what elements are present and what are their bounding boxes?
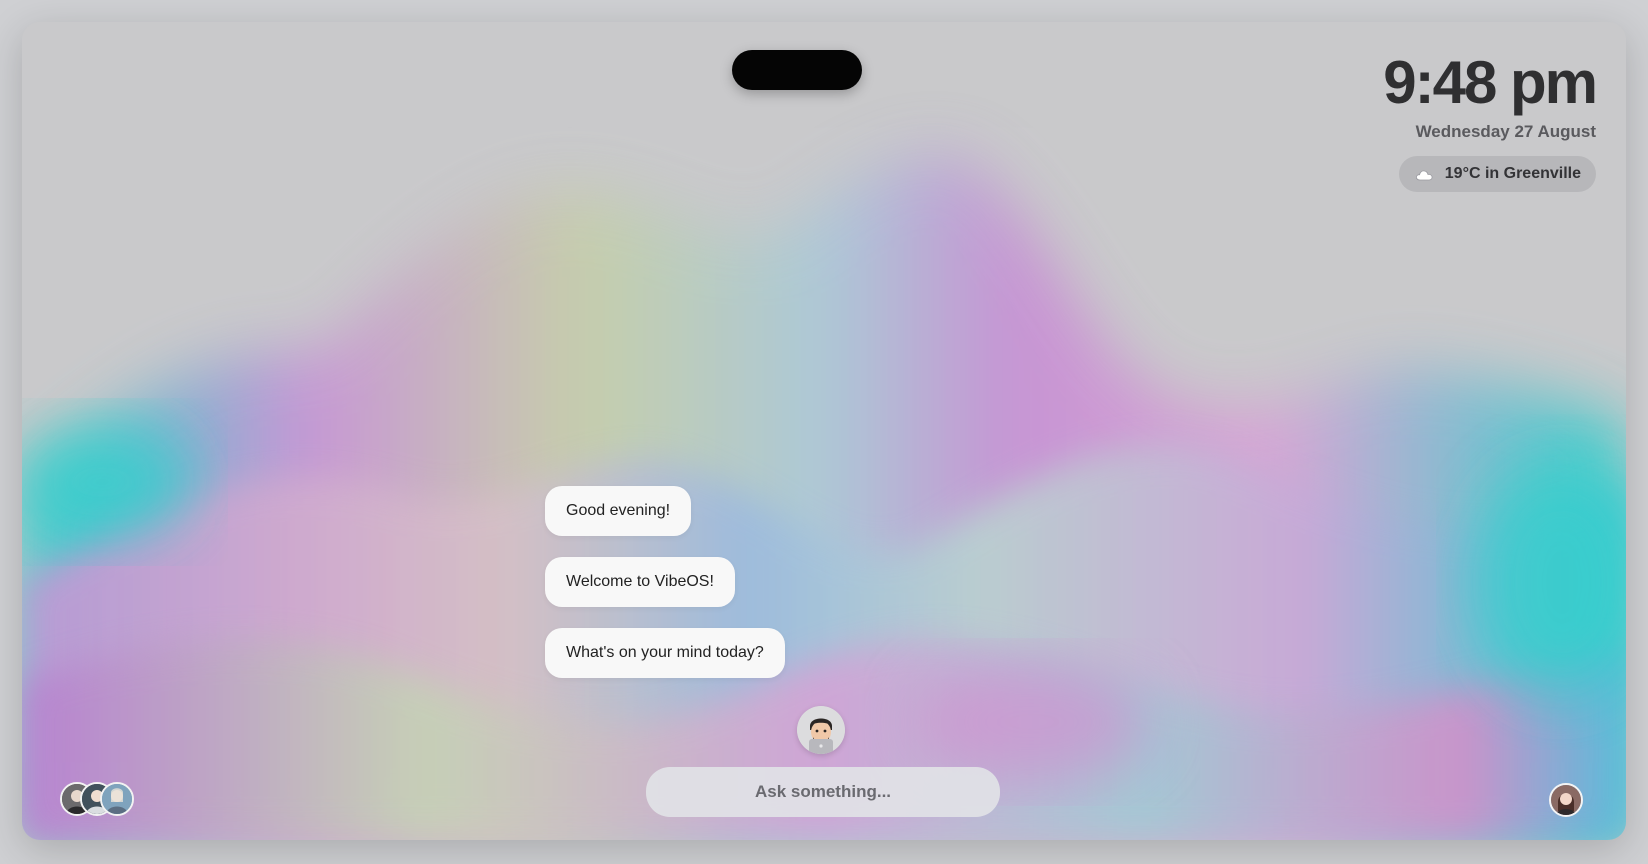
weather-pill[interactable]: 19°C in Greenville bbox=[1398, 156, 1596, 192]
clock-time: 9:48 pm bbox=[1383, 49, 1598, 116]
weather-text: 19°C in Greenville bbox=[1444, 165, 1581, 182]
person-icon bbox=[102, 784, 132, 814]
assistant-avatar[interactable] bbox=[797, 706, 845, 754]
contacts-avatar-stack[interactable] bbox=[60, 782, 134, 816]
desktop-screen: 9:48 pm Wednesday 27 August 19°C in Gree… bbox=[22, 22, 1626, 840]
clock-date: Wednesday 27 August bbox=[1415, 122, 1596, 141]
ask-input[interactable] bbox=[646, 767, 1000, 817]
chat-messages: Good evening! Welcome to VibeOS! What's … bbox=[545, 486, 785, 678]
chat-bubble-greeting: Good evening! bbox=[545, 486, 692, 536]
contact-avatar[interactable] bbox=[100, 782, 134, 816]
cloud-icon bbox=[1415, 170, 1433, 181]
chat-bubble-question: What's on your mind today? bbox=[545, 628, 785, 678]
memoji-icon bbox=[797, 706, 845, 754]
person-icon bbox=[1551, 785, 1581, 815]
dynamic-island bbox=[732, 50, 862, 90]
user-profile-avatar[interactable] bbox=[1549, 783, 1583, 817]
chat-bubble-welcome: Welcome to VibeOS! bbox=[545, 557, 735, 607]
clock-widget: 9:48 pm Wednesday 27 August 19°C in Gree… bbox=[1383, 49, 1598, 192]
